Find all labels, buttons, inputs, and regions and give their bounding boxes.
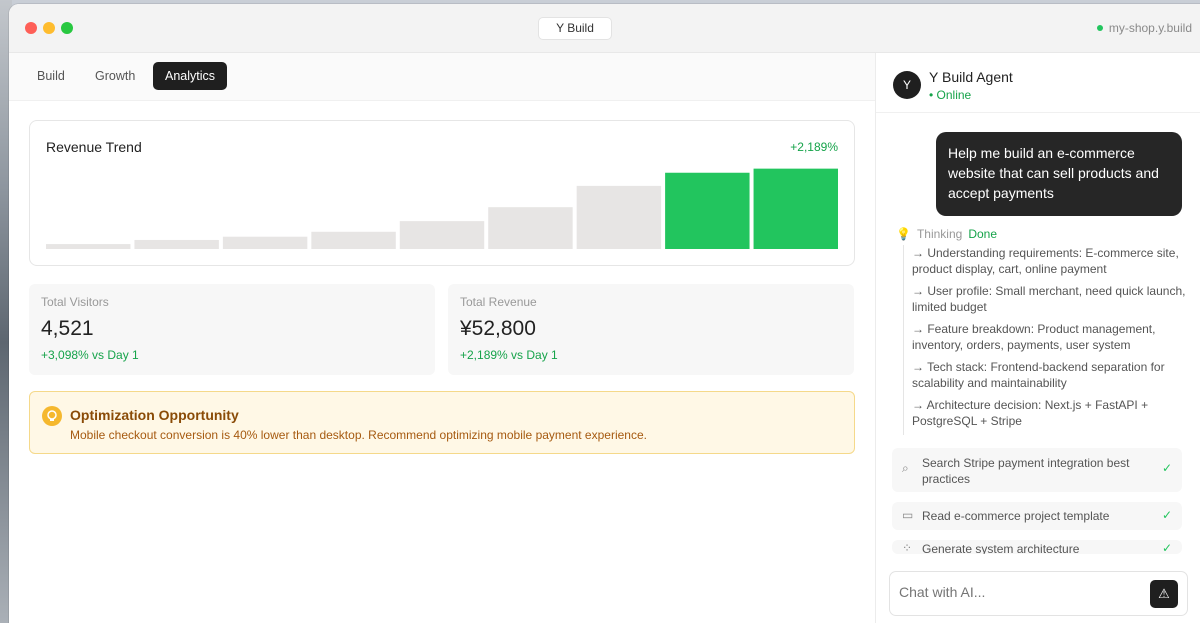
grid-icon: ⁘ <box>902 541 913 554</box>
close-window-button[interactable] <box>25 22 37 34</box>
agent-name: Y Build Agent <box>929 69 1013 85</box>
chat-input-box: ⚠ <box>889 571 1188 616</box>
chat-input[interactable] <box>899 584 1139 600</box>
revenue-bar-chart <box>46 168 838 249</box>
revenue-bar <box>134 239 219 249</box>
revenue-bar <box>46 244 131 249</box>
revenue-bar <box>311 231 396 249</box>
revenue-trend-card: Revenue Trend +2,189% <box>29 120 855 266</box>
alert-description: Mobile checkout conversion is 40% lower … <box>70 428 647 442</box>
tool-call-generate[interactable]: ⁘ Generate system architecture ✓ <box>892 540 1182 554</box>
tool-label: Read e-commerce project template <box>922 509 1110 523</box>
revenue-bar <box>488 207 573 249</box>
stat-value: 4,521 <box>41 317 94 340</box>
thinking-done: Done <box>968 227 997 241</box>
thinking-step: → User profile: Small merchant, need qui… <box>912 284 1186 314</box>
domain-indicator[interactable]: my-shop.y.build <box>1096 21 1192 35</box>
tab-build[interactable]: Build <box>25 62 77 90</box>
search-icon: ⌕ <box>902 461 909 475</box>
thinking-step: → Feature breakdown: Product management,… <box>912 322 1156 352</box>
tool-label: Generate system architecture <box>922 542 1080 554</box>
revenue-bar <box>576 185 662 249</box>
thinking-step: → Understanding requirements: E-commerce… <box>912 246 1179 276</box>
agent-status: • Online <box>929 88 972 102</box>
stat-change: +2,189% vs Day 1 <box>460 348 558 362</box>
stat-label: Total Visitors <box>41 295 109 309</box>
maximize-window-button[interactable] <box>61 22 73 34</box>
check-icon: ✓ <box>1161 508 1172 522</box>
main-panel: Build Growth Analytics Revenue Trend +2,… <box>9 53 875 623</box>
thinking-steps: → Understanding requirements: E-commerce… <box>903 245 1193 435</box>
revenue-trend-title: Revenue Trend <box>46 139 142 155</box>
tool-label: Search Stripe payment integration best p… <box>922 456 1130 486</box>
agent-panel: Y Y Build Agent • Online Help me build a… <box>875 53 1200 623</box>
folder-icon: ▭ <box>902 508 914 522</box>
minimize-window-button[interactable] <box>43 22 55 34</box>
tool-call-search[interactable]: ⌕ Search Stripe payment integration best… <box>892 448 1182 492</box>
user-message-bubble: Help me build an e-commerce website that… <box>936 132 1182 216</box>
lightbulb-icon: 💡 <box>896 227 911 241</box>
thinking-status[interactable]: 💡 Thinking Done <box>896 227 997 241</box>
domain-text: my-shop.y.build <box>1108 21 1192 35</box>
thinking-step: → Tech stack: Frontend-backend separatio… <box>912 360 1165 390</box>
tool-call-read[interactable]: ▭ Read e-commerce project template ✓ <box>892 502 1182 530</box>
revenue-bar <box>399 221 485 249</box>
check-icon: ✓ <box>1161 461 1172 475</box>
lightbulb-icon <box>42 406 62 426</box>
tab-growth[interactable]: Growth <box>83 62 147 90</box>
agent-header: Y Y Build Agent • Online <box>876 53 1200 113</box>
stat-label: Total Revenue <box>460 295 537 309</box>
send-button[interactable]: ⚠ <box>1150 580 1178 608</box>
total-visitors-card: Total Visitors 4,521 +3,098% vs Day 1 <box>29 284 435 375</box>
window-title: Y Build <box>538 17 612 40</box>
online-dot-icon <box>1096 25 1103 31</box>
revenue-bar <box>753 168 838 249</box>
optimization-opportunity-alert[interactable]: Optimization Opportunity Mobile checkout… <box>29 391 855 454</box>
tab-bar: Build Growth Analytics <box>9 53 875 101</box>
alert-title: Optimization Opportunity <box>70 407 239 423</box>
stat-change: +3,098% vs Day 1 <box>41 348 139 362</box>
check-icon: ✓ <box>1161 541 1172 554</box>
revenue-bar <box>222 236 308 249</box>
stat-value: ¥52,800 <box>460 317 536 340</box>
app-window: Y Build my-shop.y.build Build Growth Ana… <box>9 4 1200 623</box>
revenue-bar <box>665 172 750 249</box>
total-revenue-card: Total Revenue ¥52,800 +2,189% vs Day 1 <box>448 284 854 375</box>
revenue-trend-change: +2,189% <box>790 140 838 154</box>
title-bar: Y Build my-shop.y.build <box>9 4 1200 53</box>
send-icon: ⚠ <box>1158 586 1170 601</box>
tab-analytics[interactable]: Analytics <box>153 62 228 90</box>
agent-avatar: Y <box>893 71 921 99</box>
thinking-step: → Architecture decision: Next.js + FastA… <box>912 398 1149 428</box>
thinking-label: Thinking <box>916 227 963 241</box>
